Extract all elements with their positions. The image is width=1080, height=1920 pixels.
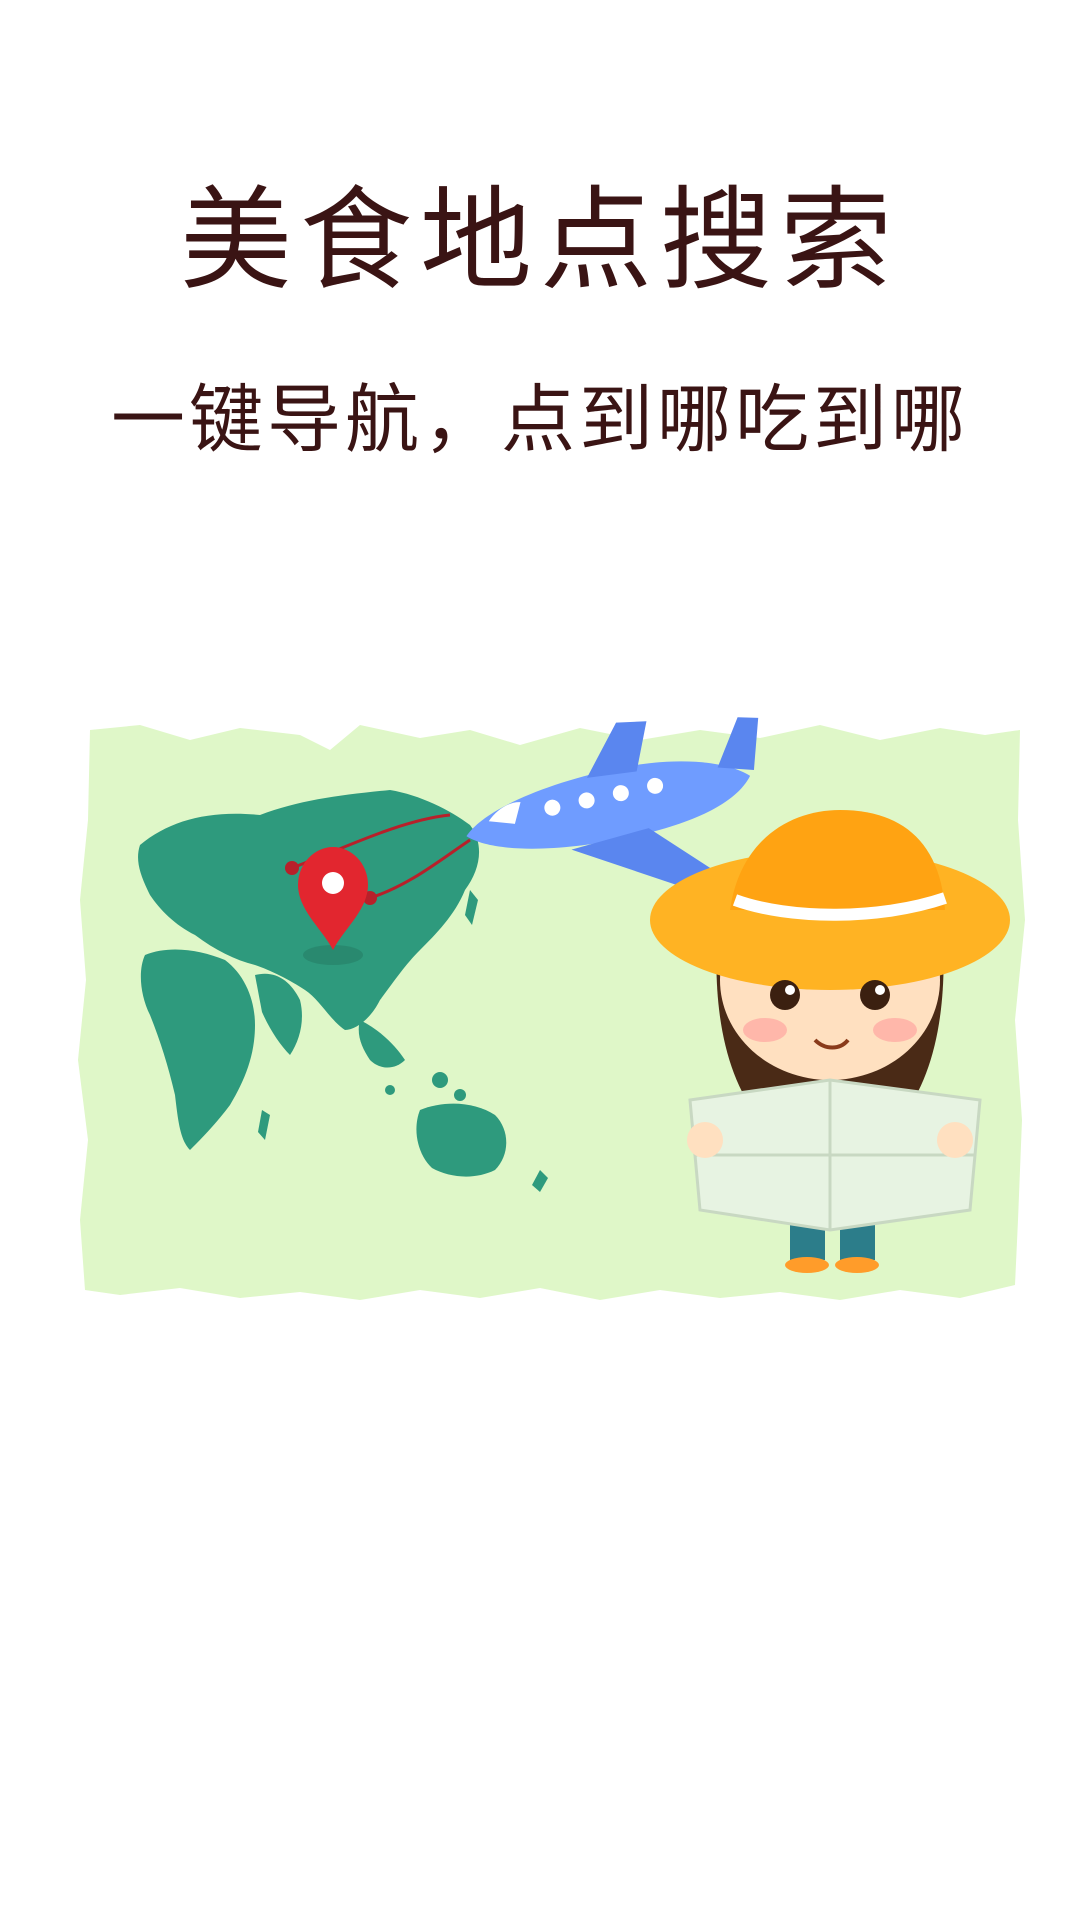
illustration-svg [78,717,1025,1300]
paper-map [688,1078,982,1232]
route-dot [285,861,299,875]
page-subtitle: 一键导航，点到哪吃到哪 [111,377,969,463]
world-map-travel-illustration [0,700,1080,1350]
page-title: 美食地点搜索 [180,176,900,306]
